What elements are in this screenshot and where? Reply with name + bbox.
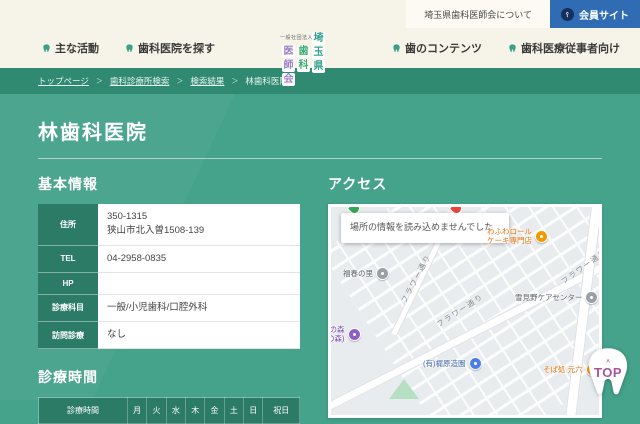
poi-label: (有)梶原造園	[423, 358, 466, 369]
breadcrumb-separator: ＞	[176, 76, 183, 86]
access-section: アクセス 場所の情報を読み込めませんでした フラワー通り フラワー通り フラワー…	[328, 174, 602, 424]
tooth-icon	[508, 44, 517, 53]
page-title: 林歯科医院	[38, 116, 640, 145]
hours-col-tue: 火	[147, 398, 166, 424]
hours-col-wed: 水	[166, 398, 185, 424]
google-map-embed[interactable]: 場所の情報を読み込めませんでした フラワー通り フラワー通り フラワー通り フラ…	[331, 207, 599, 415]
title-divider	[38, 158, 602, 159]
map-frame: 場所の情報を読み込めませんでした フラワー通り フラワー通り フラワー通り フラ…	[328, 204, 602, 418]
office-hours-table: 診療時間 月 火 水 木 金 土 日 祝日	[38, 397, 300, 424]
tooth-icon	[42, 44, 51, 53]
row-label-address: 住所	[38, 204, 98, 245]
basic-info-heading: 基本情報	[38, 174, 300, 194]
nav-item-activities[interactable]: 主な活動	[42, 40, 99, 56]
access-heading: アクセス	[328, 174, 602, 194]
row-label-departments: 診療科目	[38, 294, 98, 321]
hours-col-holiday: 祝日	[263, 398, 300, 424]
nav-label: 主な活動	[55, 40, 99, 56]
top-button-label: TOP	[594, 365, 622, 380]
logo-column-shika: 歯科	[297, 45, 310, 86]
hours-col-sat: 土	[224, 398, 243, 424]
main-navigation: 主な活動 歯科医院を探す 一般社団法人 医師会 歯科 埼玉県 歯のコンテンツ 歯…	[0, 28, 640, 68]
row-label-hp: HP	[38, 272, 98, 294]
chevron-up-icon: ∧	[605, 359, 610, 365]
table-header-row: 診療時間 月 火 水 木 金 土 日 祝日	[39, 398, 300, 424]
row-value-tel: 04-2958-0835	[98, 245, 300, 272]
poi-care-center[interactable]: 雪見野ケアセンター	[515, 291, 598, 304]
row-value-address: 350-1315 狭山市北入曽1508-139	[98, 204, 300, 245]
facility-icon	[376, 267, 389, 280]
business-icon	[469, 357, 482, 370]
breadcrumb-search-results[interactable]: 検索結果	[190, 75, 224, 87]
poi-fukuharu-no-sato[interactable]: 福春の里	[343, 267, 389, 280]
about-association-link[interactable]: 埼玉県歯科医師会について	[406, 0, 550, 28]
nav-right-group: 歯のコンテンツ 歯科医療従事者向け	[392, 40, 624, 56]
tooth-icon	[392, 44, 401, 53]
map-park-area	[389, 379, 419, 399]
hours-col-thu: 木	[186, 398, 205, 424]
tooth-icon	[125, 44, 134, 53]
address-postal-code: 350-1315	[107, 210, 291, 224]
nav-left-group: 主な活動 歯科医院を探す	[42, 40, 215, 56]
poi-label: の森 の森)	[331, 325, 345, 343]
member-site-button[interactable]: 会員サイト	[550, 0, 640, 28]
row-label-visiting-care: 訪問診療	[38, 322, 98, 349]
care-center-icon	[585, 291, 598, 304]
hours-col-header: 診療時間	[39, 398, 128, 424]
park-icon	[348, 328, 361, 341]
hours-col-mon: 月	[128, 398, 147, 424]
cake-shop-icon	[535, 230, 548, 243]
breadcrumb-separator: ＞	[231, 76, 238, 86]
logo-column-ishikai: 医師会	[282, 45, 295, 86]
logo-corporation-type: 一般社団法人	[280, 34, 313, 41]
row-label-tel: TEL	[38, 245, 98, 272]
nav-item-find-clinic[interactable]: 歯科医院を探す	[125, 40, 215, 56]
nav-label: 歯科医療従事者向け	[521, 40, 620, 56]
table-row: 診療科目 一般/小児歯科/口腔外科	[38, 294, 300, 321]
main-content: 林歯科医院 基本情報 住所 350-1315 狭山市北入曽1508-139 TE…	[0, 94, 640, 400]
about-association-label: 埼玉県歯科医師会について	[424, 8, 532, 21]
hours-col-fri: 金	[205, 398, 224, 424]
breadcrumb-clinic-search[interactable]: 歯科診療所検索	[110, 75, 170, 87]
site-logo[interactable]: 一般社団法人 医師会 歯科 埼玉県	[282, 32, 325, 86]
poi-label: わふわロール ケーキ専門店	[487, 227, 532, 245]
row-value-hp	[98, 272, 300, 294]
basic-info-section: 基本情報 住所 350-1315 狭山市北入曽1508-139 TEL 04-2…	[38, 174, 300, 424]
hours-col-sun: 日	[244, 398, 263, 424]
header-utility-bar: 埼玉県歯科医師会について 会員サイト	[0, 0, 640, 28]
member-site-label: 会員サイト	[579, 7, 629, 22]
scroll-to-top-button[interactable]: ∧ TOP	[579, 346, 637, 400]
address-line: 狭山市北入曽1508-139	[107, 224, 291, 238]
poi-kajiwara-landscaping[interactable]: (有)梶原造園	[423, 357, 482, 370]
poi-cake-shop[interactable]: わふわロール ケーキ専門店	[487, 227, 548, 245]
nav-label: 歯のコンテンツ	[405, 40, 482, 56]
breadcrumb-home[interactable]: トップページ	[38, 75, 89, 87]
office-hours-heading: 診療時間	[38, 367, 300, 387]
table-row: TEL 04-2958-0835	[38, 245, 300, 272]
nav-item-professionals[interactable]: 歯科医療従事者向け	[508, 40, 620, 56]
logo-column-saitama: 埼玉県	[312, 32, 325, 86]
map-error-message: 場所の情報を読み込めませんでした	[341, 213, 509, 243]
table-row: 住所 350-1315 狭山市北入曽1508-139	[38, 204, 300, 245]
row-value-visiting-care: なし	[98, 322, 300, 349]
top-button-content: ∧ TOP	[579, 346, 637, 400]
key-icon	[561, 8, 574, 21]
nav-label: 歯科医院を探す	[138, 40, 215, 56]
row-value-departments: 一般/小児歯科/口腔外科	[98, 294, 300, 321]
breadcrumb-separator: ＞	[96, 76, 103, 86]
basic-info-table: 住所 350-1315 狭山市北入曽1508-139 TEL 04-2958-0…	[38, 204, 300, 349]
poi-label: 雪見野ケアセンター	[515, 292, 582, 303]
table-row: HP	[38, 272, 300, 294]
poi-label: そば処 元六	[543, 364, 583, 375]
table-row: 訪問診療 なし	[38, 322, 300, 349]
nav-item-tooth-contents[interactable]: 歯のコンテンツ	[392, 40, 482, 56]
poi-label: 福春の里	[343, 268, 373, 279]
poi-forest[interactable]: の森 の森)	[331, 325, 361, 343]
